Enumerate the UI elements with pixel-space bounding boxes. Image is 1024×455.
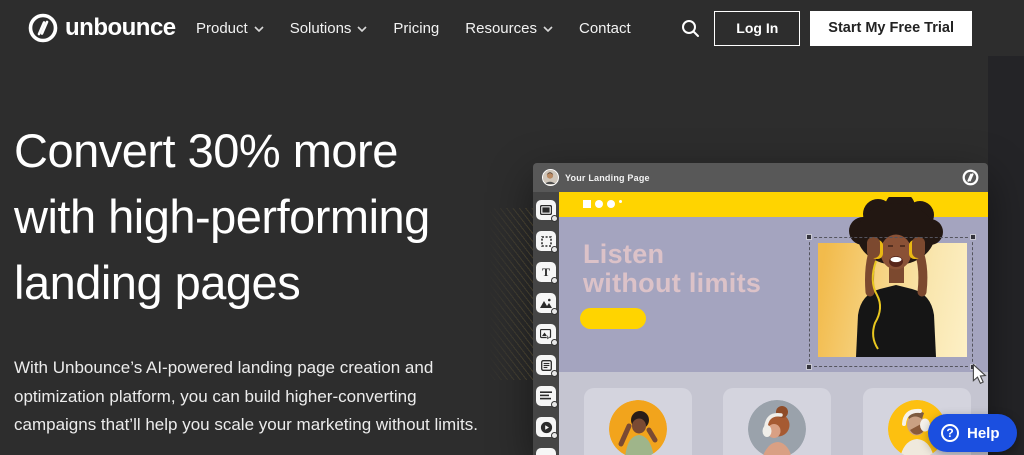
nav-item-contact[interactable]: Contact [579,20,631,37]
unbounce-landing-page: unbounce Product Solutions Pricing Resou… [0,0,1024,455]
header-actions: Log In Start My Free Trial [681,0,972,56]
user-avatar [542,169,559,186]
headline-line-2: with high-performing [14,184,430,250]
canvas-heading[interactable]: Listen without limits [583,240,761,298]
nav-label: Contact [579,20,631,37]
headline-line-1: Convert 30% more [14,118,430,184]
selection-outline[interactable] [809,237,973,367]
dancing-woman-avatar [609,400,667,455]
nav-label: Resources [465,20,537,37]
avatar-card[interactable] [723,388,831,455]
search-icon[interactable] [681,19,700,38]
chevron-down-icon [357,26,367,32]
browser-dots [583,200,622,208]
canvas-lower-section [559,372,988,455]
login-button[interactable]: Log In [714,11,800,46]
decorative-stripes [488,208,536,380]
chevron-down-icon [543,26,553,32]
paragraph-icon[interactable] [536,386,556,406]
nav-label: Pricing [393,20,439,37]
section-icon[interactable] [536,200,556,220]
hero-description: With Unbounce’s AI-powered landing page … [14,354,488,440]
start-free-trial-button[interactable]: Start My Free Trial [810,11,972,46]
builder-titlebar: Your Landing Page [533,163,988,192]
brand-name: unbounce [65,14,176,42]
resize-handle-bottom-left[interactable] [806,364,812,370]
unbounce-badge-icon [962,169,979,186]
builder-canvas[interactable]: Listen without limits [559,192,988,455]
chevron-down-icon [254,26,264,32]
site-header: unbounce Product Solutions Pricing Resou… [0,0,1024,56]
box-icon[interactable] [536,231,556,251]
mouse-cursor [972,364,987,384]
background-shade [988,56,1024,455]
help-button[interactable]: ? Help [928,414,1017,452]
image-icon[interactable] [536,293,556,313]
avatar-card[interactable] [584,388,692,455]
browser-dot-small [619,200,622,203]
nav-item-resources[interactable]: Resources [465,20,553,37]
video-icon[interactable] [536,417,556,437]
headphones-woman-avatar [748,400,806,455]
nav-item-pricing[interactable]: Pricing [393,20,439,37]
nav-item-solutions[interactable]: Solutions [290,20,368,37]
text-icon[interactable]: T [536,262,556,282]
resize-handle-top-right[interactable] [970,234,976,240]
page-builder-mockup: Your Landing Page T </> [533,163,988,455]
nav-label: Solutions [290,20,352,37]
builder-toolbar: T </> [533,192,559,455]
browser-dot [595,200,603,208]
code-icon[interactable]: </> [536,448,556,455]
help-label: Help [967,425,1000,442]
text-block-icon[interactable] [536,355,556,375]
nav-label: Product [196,20,248,37]
hero-headline: Convert 30% more with high-performing la… [14,118,430,316]
browser-dot-square [583,200,591,208]
builder-window-title: Your Landing Page [565,173,650,183]
nav-item-product[interactable]: Product [196,20,264,37]
headline-line-3: landing pages [14,250,430,316]
unbounce-logo[interactable]: unbounce [28,13,176,43]
canvas-heading-line-1: Listen [583,240,761,269]
unbounce-logo-icon [28,13,58,43]
question-mark-icon: ? [941,424,959,442]
main-nav: Product Solutions Pricing Resources Cont… [196,0,631,56]
canvas-heading-line-2: without limits [583,269,761,298]
image-pointer-icon[interactable] [536,324,556,344]
browser-dot [607,200,615,208]
resize-handle-top-left[interactable] [806,234,812,240]
canvas-cta-pill[interactable] [580,308,646,329]
